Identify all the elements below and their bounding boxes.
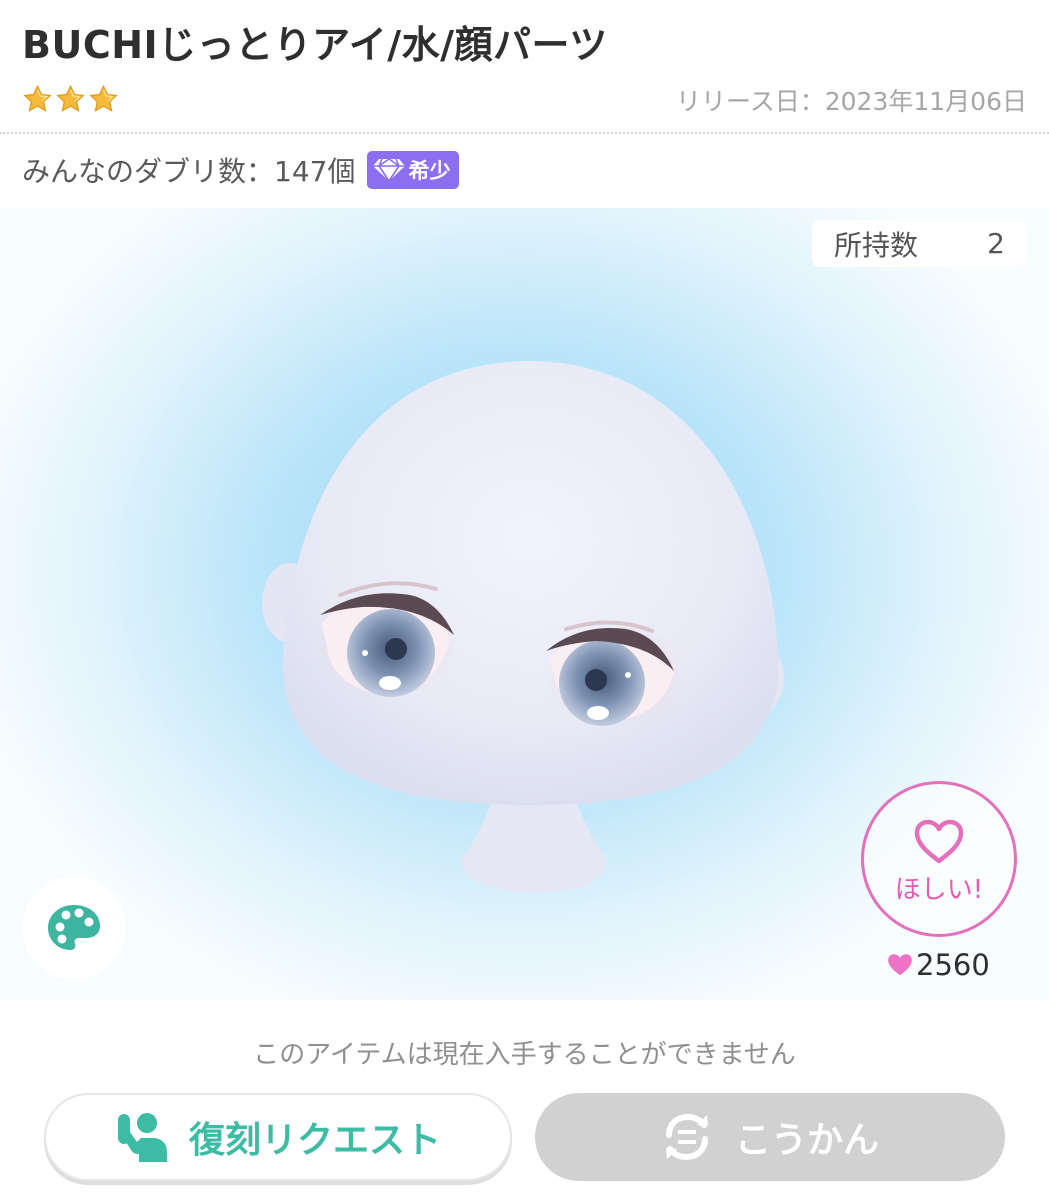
color-palette-button[interactable]: [22, 876, 126, 980]
star-icon: [89, 84, 118, 112]
rarity-stars: [22, 84, 119, 115]
release-date: リリース日：2023年11月06日: [676, 87, 1027, 116]
header-divider: [0, 132, 1049, 134]
owned-count: 2: [987, 227, 1005, 260]
exchange-button[interactable]: こうかん: [535, 1093, 1005, 1181]
item-title: BUCHIじっとりアイ/水/顔パーツ: [22, 23, 608, 67]
unavailable-notice: このアイテムは現在入手することができません: [253, 1040, 796, 1070]
exchange-arrows-icon: [665, 1113, 708, 1161]
owned-label: 所持数: [834, 228, 919, 262]
want-label: ほしい!: [894, 874, 984, 905]
duplicate-count: みんなのダブリ数：147個: [22, 155, 356, 188]
exchange-label: こうかん: [734, 1120, 879, 1161]
avatar-head-preview: [262, 361, 784, 893]
star-icon: [23, 84, 52, 112]
like-count-value: 2560: [916, 948, 990, 982]
want-button[interactable]: ほしい!: [861, 781, 1017, 937]
star-icon: [56, 84, 85, 112]
diamond-icon: [373, 158, 406, 183]
palette-icon: [48, 905, 100, 950]
like-count: 2560: [886, 948, 990, 982]
duplicate-count-row: みんなのダブリ数：147個 希少: [22, 150, 460, 190]
item-preview-stage: 所持数 2 ほしい! 2560: [0, 208, 1049, 1000]
heart-icon: [888, 954, 912, 976]
rare-badge-label: 希少: [408, 159, 451, 183]
rare-badge: 希少: [367, 151, 460, 189]
heart-outline-icon: [914, 819, 964, 863]
person-raising-hand-icon: [117, 1113, 167, 1162]
owned-count-box: 所持数 2: [812, 220, 1027, 267]
reissue-request-label: 復刻リクエスト: [188, 1120, 441, 1161]
reissue-request-button[interactable]: 復刻リクエスト: [44, 1093, 512, 1181]
